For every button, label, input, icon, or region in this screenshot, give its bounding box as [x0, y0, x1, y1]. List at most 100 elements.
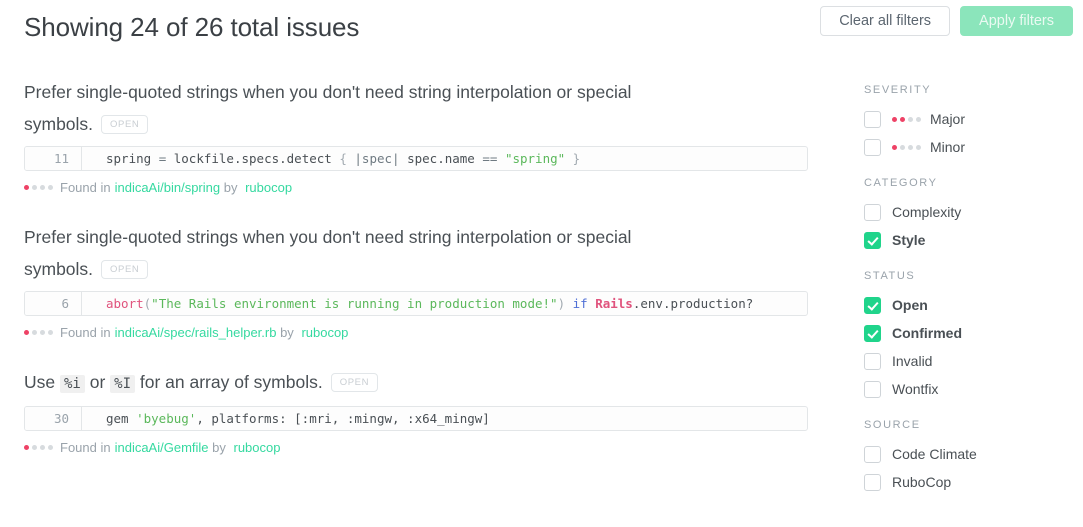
- code-line-number: 6: [25, 292, 82, 315]
- filter-option-label: Wontfix: [892, 381, 939, 397]
- issue-title: Use %i or %I for an array of symbols. OPE…: [24, 366, 664, 400]
- checkbox-checked-icon[interactable]: [864, 231, 881, 249]
- severity-dots: [24, 185, 53, 190]
- filter-option-open[interactable]: Open: [864, 291, 1064, 319]
- severity-dot: [48, 445, 53, 450]
- status-badge[interactable]: OPEN: [101, 115, 149, 134]
- code-token: Rails: [595, 296, 633, 311]
- code-token: ): [557, 296, 573, 311]
- code-token: }: [572, 151, 581, 166]
- filter-group-severity: SEVERITY Major Minor: [864, 84, 1064, 161]
- code-line-content: spring = lockfile.specs.detect { |spec| …: [82, 147, 807, 170]
- code-line-content: gem 'byebug', platforms: [:mri, :mingw, …: [82, 407, 807, 430]
- severity-dots: [892, 144, 921, 150]
- by-label: by: [276, 325, 298, 340]
- filter-option-confirmed[interactable]: Confirmed: [864, 319, 1064, 347]
- file-path-link[interactable]: indicaAi/spec/rails_helper.rb: [115, 325, 277, 340]
- severity-dot: [916, 116, 921, 122]
- code-token: spec: [407, 151, 438, 166]
- issue-meta: Found in indicaAi/bin/spring by rubocop: [24, 180, 808, 195]
- code-token: |spec|: [354, 151, 408, 166]
- code-token: "The Rails environment is running in pro…: [151, 296, 558, 311]
- code-token: ==: [482, 151, 505, 166]
- file-path-link[interactable]: indicaAi/bin/spring: [115, 180, 221, 195]
- checkbox-checked-icon[interactable]: [864, 324, 881, 342]
- header-actions: Clear all filters Apply filters: [820, 6, 1073, 36]
- code-token: .specs: [233, 151, 280, 166]
- code-line-number: 11: [25, 147, 82, 170]
- code-line-content: abort("The Rails environment is running …: [82, 292, 807, 315]
- filter-group-status: STATUS Open Confirmed Invalid Wontfix: [864, 270, 1064, 403]
- status-badge[interactable]: OPEN: [330, 373, 379, 392]
- issue-card: Use %i or %I for an array of symbols. OPE…: [24, 366, 808, 455]
- code-token: .detect: [279, 151, 340, 166]
- filter-option-complexity[interactable]: Complexity: [864, 198, 1064, 226]
- apply-filters-button[interactable]: Apply filters: [960, 6, 1073, 36]
- severity-dot: [916, 144, 921, 150]
- code-token: "spring": [504, 151, 573, 166]
- filter-option-label: Open: [892, 297, 928, 313]
- filter-option-label: Invalid: [892, 353, 933, 369]
- engine-link[interactable]: rubocop: [234, 440, 281, 455]
- code-line-number: 30: [25, 407, 82, 430]
- checkbox-icon[interactable]: [864, 138, 881, 156]
- code-token: 'byebug': [136, 411, 197, 426]
- issue-title-text: or: [84, 372, 111, 392]
- severity-dots: [24, 330, 53, 335]
- issue-title-text: for an array of symbols.: [135, 372, 323, 392]
- found-in-label: Found in: [60, 180, 111, 195]
- checkbox-icon[interactable]: [864, 473, 881, 491]
- code-token: {: [339, 151, 355, 166]
- filter-option-label: Major: [930, 111, 966, 127]
- filter-option-rubocop[interactable]: RuboCop: [864, 468, 1064, 496]
- code-snippet: 11 spring = lockfile.specs.detect { |spec…: [24, 146, 808, 171]
- issue-meta: Found in indicaAi/Gemfile by rubocop: [24, 440, 808, 455]
- issue-card: Prefer single-quoted strings when you do…: [24, 221, 808, 340]
- severity-dot: [40, 330, 45, 335]
- code-snippet: 30 gem 'byebug', platforms: [:mri, :mingw…: [24, 406, 808, 431]
- issue-meta: Found in indicaAi/spec/rails_helper.rb by…: [24, 325, 808, 340]
- checkbox-icon[interactable]: [864, 380, 881, 398]
- code-token: spring: [106, 151, 159, 166]
- checkbox-icon[interactable]: [864, 352, 881, 370]
- status-badge[interactable]: OPEN: [101, 260, 149, 279]
- filter-option-minor[interactable]: Minor: [864, 133, 1064, 161]
- by-label: by: [220, 180, 242, 195]
- filter-group-heading: SOURCE: [864, 419, 921, 431]
- severity-dot: [24, 185, 29, 190]
- checkbox-icon[interactable]: [864, 203, 881, 221]
- severity-dot: [40, 445, 45, 450]
- by-label: by: [208, 440, 230, 455]
- checkbox-checked-icon[interactable]: [864, 296, 881, 314]
- found-in-label: Found in: [60, 325, 111, 340]
- clear-all-filters-button[interactable]: Clear all filters: [820, 6, 951, 36]
- file-path-link[interactable]: indicaAi/Gemfile: [115, 440, 209, 455]
- severity-dot: [908, 116, 913, 122]
- code-token: .name: [437, 151, 483, 166]
- filter-option-label: RuboCop: [892, 474, 952, 490]
- filter-option-invalid[interactable]: Invalid: [864, 347, 1064, 375]
- code-token: =: [158, 151, 174, 166]
- engine-link[interactable]: rubocop: [245, 180, 292, 195]
- checkbox-icon[interactable]: [864, 110, 881, 128]
- severity-dot: [892, 116, 897, 122]
- code-token: gem: [106, 411, 137, 426]
- severity-dot: [24, 330, 29, 335]
- severity-dot: [892, 144, 897, 150]
- page-title: Showing 24 of 26 total issues: [24, 12, 360, 42]
- code-token: lockfile: [173, 151, 234, 166]
- severity-dot: [40, 185, 45, 190]
- severity-dots: [892, 116, 921, 122]
- severity-dot: [908, 144, 913, 150]
- engine-link[interactable]: rubocop: [301, 325, 348, 340]
- filter-option-major[interactable]: Major: [864, 105, 1064, 133]
- filter-group-category: CATEGORY Complexity Style: [864, 177, 1064, 254]
- severity-dot: [32, 185, 37, 190]
- checkbox-icon[interactable]: [864, 445, 881, 463]
- filter-option-code-climate[interactable]: Code Climate: [864, 440, 1064, 468]
- severity-dots: [24, 445, 53, 450]
- filter-option-style[interactable]: Style: [864, 226, 1064, 254]
- severity-dot: [24, 445, 29, 450]
- filter-group-source: SOURCE Code Climate RuboCop: [864, 419, 1064, 496]
- filter-option-wontfix[interactable]: Wontfix: [864, 375, 1064, 403]
